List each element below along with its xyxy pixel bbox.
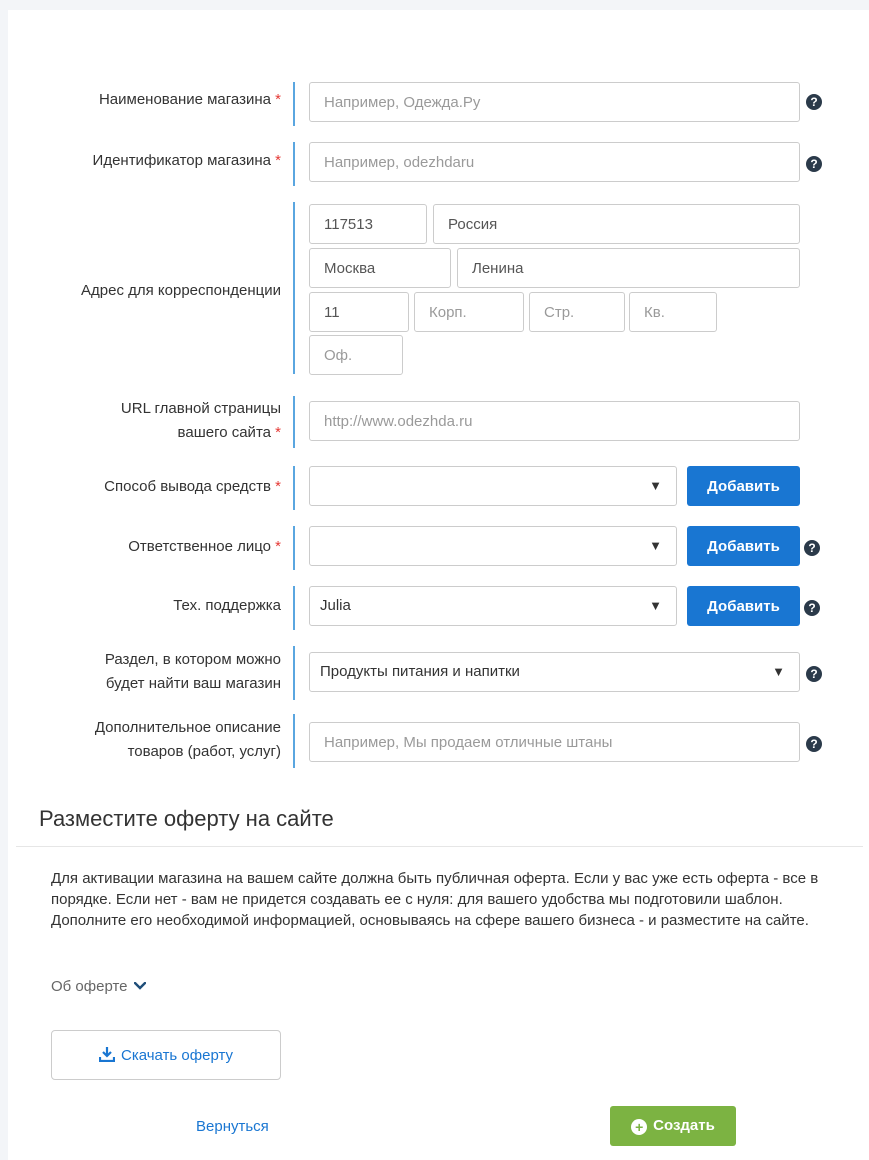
help-icon[interactable]: ?	[806, 156, 822, 172]
chevron-down-icon: ▼	[649, 538, 662, 553]
back-link[interactable]: Вернуться	[196, 1118, 269, 1135]
store-name-input[interactable]	[309, 82, 800, 122]
offer-description: Для активации магазина на вашем сайте до…	[51, 870, 819, 929]
korp-input[interactable]	[414, 292, 524, 332]
support-label: Тех. поддержка	[173, 597, 281, 614]
section-divider	[16, 846, 863, 847]
label-divider	[293, 82, 295, 126]
label-divider	[293, 714, 295, 768]
help-icon[interactable]: ?	[804, 600, 820, 616]
city-input[interactable]	[309, 248, 451, 288]
help-icon[interactable]: ?	[804, 540, 820, 556]
house-input[interactable]	[309, 292, 409, 332]
about-offer-toggle[interactable]: Об оферте	[51, 978, 146, 995]
label-divider	[293, 586, 295, 630]
description-label: Дополнительное описание товаров (работ, …	[94, 719, 281, 760]
address-label: Адрес для корреспонденции	[81, 282, 281, 299]
country-input[interactable]	[433, 204, 800, 244]
chevron-down-icon: ▼	[772, 664, 785, 679]
help-icon[interactable]: ?	[806, 666, 822, 682]
withdrawal-select[interactable]: ▼	[309, 466, 677, 506]
help-icon[interactable]: ?	[806, 94, 822, 110]
chevron-down-icon: ▼	[649, 478, 662, 493]
site-url-label: URL главной страницы вашего сайта *	[120, 400, 281, 441]
withdrawal-label: Способ вывода средств *	[104, 478, 281, 495]
plus-circle-icon: +	[631, 1119, 648, 1135]
add-responsible-button[interactable]: Добавить	[687, 526, 800, 566]
of-input[interactable]	[309, 335, 403, 375]
label-divider	[293, 466, 295, 510]
create-button[interactable]: + Создать	[610, 1106, 736, 1146]
add-support-button[interactable]: Добавить	[687, 586, 800, 626]
form-card: Наименование магазина * ? Идентификатор …	[8, 10, 869, 1160]
store-id-input[interactable]	[309, 142, 800, 182]
chevron-down-icon: ▼	[649, 598, 662, 613]
store-name-label: Наименование магазина *	[98, 91, 281, 108]
description-input[interactable]	[309, 722, 800, 762]
offer-section-title: Разместите оферту на сайте	[39, 806, 334, 831]
section-label: Раздел, в котором можно будет найти ваш …	[104, 651, 281, 692]
site-url-input[interactable]	[309, 401, 800, 441]
support-select[interactable]: Julia ▼	[309, 586, 677, 626]
add-withdrawal-button[interactable]: Добавить	[687, 466, 800, 506]
label-divider	[293, 646, 295, 700]
help-icon[interactable]: ?	[806, 736, 822, 752]
chevron-down-icon	[133, 981, 146, 990]
kv-input[interactable]	[629, 292, 717, 332]
download-offer-button[interactable]: Скачать оферту	[51, 1030, 281, 1080]
street-input[interactable]	[457, 248, 800, 288]
label-divider	[293, 396, 295, 448]
store-id-label: Идентификатор магазина *	[92, 152, 281, 169]
label-divider	[293, 142, 295, 186]
download-icon	[98, 1047, 116, 1063]
label-divider	[293, 202, 295, 374]
label-divider	[293, 526, 295, 570]
responsible-select[interactable]: ▼	[309, 526, 677, 566]
section-select[interactable]: Продукты питания и напитки ▼	[309, 652, 800, 692]
str-input[interactable]	[529, 292, 625, 332]
responsible-label: Ответственное лицо *	[128, 538, 281, 555]
zip-input[interactable]	[309, 204, 427, 244]
